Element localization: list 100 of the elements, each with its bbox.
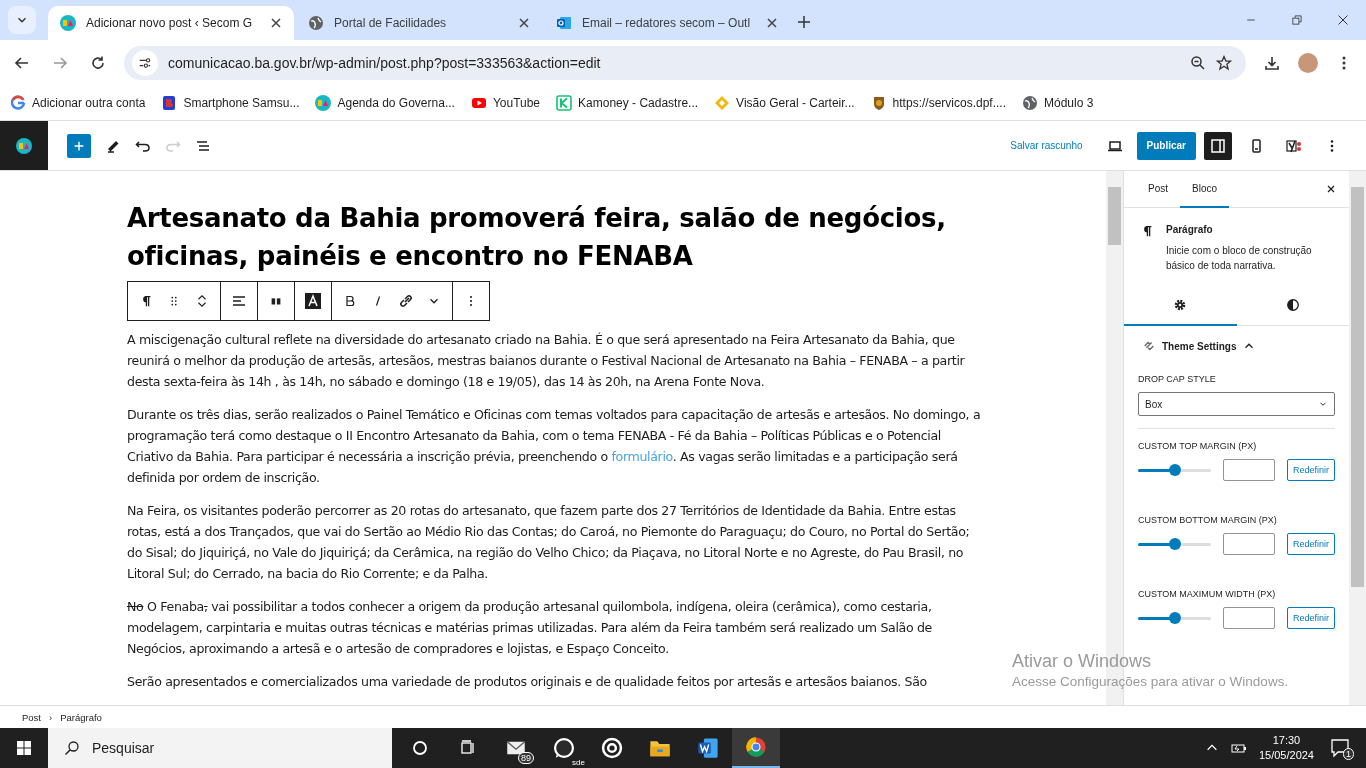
bookmark[interactable]: Adicionar outra conta xyxy=(10,95,146,111)
number-field[interactable] xyxy=(1222,533,1275,555)
clock[interactable]: 17:30 15/05/2024 xyxy=(1258,733,1314,763)
paragraph[interactable]: A miscigenação cultural reflete na diversidade do artesanato criado na Bahia. É o que será apresentado na Feira Artesanato da Bahia, que reunirá o melhor da produção de artesãs, artesãos, mestras baianos durante o Festival Nacional de Artesanato na Bahia – FENABA – a partir desta sexta-feira às 14h , às 14h, no sábado e domingo (18 e 19/05), das 14 às 20h, na Arena Fonte Nova. xyxy=(127,329,987,392)
taskbar-app[interactable]: 89 xyxy=(492,728,540,768)
circle-icon xyxy=(412,740,428,756)
restore-icon xyxy=(1291,14,1303,26)
ring-icon xyxy=(601,737,623,759)
slider-rail xyxy=(1181,617,1211,620)
globe-icon xyxy=(1022,95,1038,111)
field-label: CUSTOM MAXIMUM WIDTH (PX) xyxy=(1138,589,1277,599)
slider[interactable] xyxy=(1138,464,1211,476)
add-block-button[interactable] xyxy=(67,133,91,158)
notifications-button[interactable]: 1 xyxy=(1326,734,1354,762)
slider[interactable] xyxy=(1138,538,1211,550)
bookmark[interactable]: Kamoney - Cadastre... xyxy=(556,95,699,111)
taskbar-app[interactable] xyxy=(732,728,780,768)
count-badge: 1 xyxy=(1343,748,1354,760)
bold-icon xyxy=(344,295,356,307)
round-logo-icon xyxy=(60,15,76,31)
k-letter-icon xyxy=(556,95,573,111)
half-circle-icon xyxy=(1285,297,1300,312)
paragraph[interactable]: Serão apresentados e comercializados uma variedade de produtos originais e de qualidade feitos por artesãs e artesãos baianos. São xyxy=(127,671,987,692)
field-label: CUSTOM BOTTOM MARGIN (PX) xyxy=(1138,515,1278,525)
address-bar[interactable]: comunicacao.ba.gov.br/wp-admin/post.php?post=333563&action=edit xyxy=(124,46,1246,80)
avatar[interactable] xyxy=(1298,53,1318,73)
reset-button[interactable]: Redefinir xyxy=(1286,607,1335,629)
slider-thumb[interactable] xyxy=(1169,612,1182,624)
globe-icon xyxy=(308,15,324,31)
g-letter-icon xyxy=(10,95,26,111)
number-field[interactable] xyxy=(1222,459,1275,481)
slider[interactable] xyxy=(1138,612,1211,624)
document-icon xyxy=(697,737,719,759)
block-description: Inicie com o bloco de construção básico de toda narrativa. xyxy=(1166,244,1313,273)
mail-icon xyxy=(556,15,572,31)
field-label: CUSTOM TOP MARGIN (PX) xyxy=(1138,441,1258,451)
panel-header[interactable]: Theme Settings xyxy=(1138,326,1257,366)
app-label: sde xyxy=(571,758,586,767)
site-logo[interactable] xyxy=(0,121,48,170)
speech-bubble-icon xyxy=(1330,738,1350,758)
settings-icon xyxy=(1173,297,1188,312)
activation-message: Acesse Configurações para ativar o Windows. xyxy=(1012,674,1289,689)
close-icon xyxy=(1325,183,1337,195)
bookmark[interactable]: Visão Geral - Carteir... xyxy=(714,95,855,111)
close-icon xyxy=(1337,14,1349,26)
number-field[interactable] xyxy=(1222,607,1275,629)
tune-icon xyxy=(138,56,152,70)
taskbar-search[interactable]: Pesquisar xyxy=(48,728,392,768)
reset-button[interactable]: Redefinir xyxy=(1286,533,1335,555)
post-title[interactable]: Artesanato da Bahia promoverá feira, salão de negócios, oficinas, painéis e encontro no FENABA xyxy=(127,199,957,275)
task-view-icon xyxy=(460,740,476,756)
play-icon xyxy=(470,95,487,111)
drop-cap-select[interactable]: Box xyxy=(1138,392,1335,416)
slider-rail xyxy=(1181,469,1211,472)
a-letter-icon xyxy=(305,293,321,309)
round-logo-icon xyxy=(16,137,32,154)
settings-toggle[interactable] xyxy=(1204,131,1232,160)
field-label: DROP CAP STYLE xyxy=(1138,374,1217,384)
sidebar-tab[interactable]: Post xyxy=(1136,171,1180,208)
paragraph[interactable]: Durante os três dias, serão realizados o Painel Temático e Oficinas com temas voltados para capacitação de artesãs e artesãos. No domingo, a programação terá como destaque o II Encontro Artesanato da Bahia, com o tema FENABA - Fé da Bahia – Políticas Públicas e o Potencial Criativo da Bahia. Para participar é necessária a inscrição prévia, preenchendo o formulário. As vagas serão limitadas e a participação será definida por ordem de inscrição. xyxy=(127,404,987,488)
y-letter-icon xyxy=(1284,137,1304,154)
align-left-icon xyxy=(231,293,247,309)
paragraph[interactable]: Na Feira, os visitantes poderão percorrer as 20 rotas do artesanato, que fazem parte dos 27 Territórios de Identidade da Bahia. Entre estas rotas, está a dos Trançados, que vai do Sertão ao Médio Rio das Contas; do Caroá, no Piemonte do Paraguaçu; do Couro, no Portal do Sertão; do Sisal; do Jiquiriçá, no Vale do Jiquiriçá; da Cerâmica, na região do Velho Chico; da Piaçava, no Litoral Norte e no Agreste, do Pau Brasil, no Litoral Sul; do Cerrado, na bacia do Rio Corrente; e da Palha. xyxy=(127,500,987,584)
diamond-icon xyxy=(714,95,731,111)
paragraph[interactable]: No O Fenaba, vai possibilitar a todos conhecer a origem da produção artesanal quilombola, indígena, oleira (cerâmica), como cestaria, modelagem, carpintaria e muitas outras técnicas e matérias primas utilizadas. Para além da Feira também será realizado um Salão de Negócios, aproximando a artesã e o artesão de compradores e lojistas, e Espaço Conceito. xyxy=(127,596,987,659)
breadcrumb-item[interactable]: Parágrafo xyxy=(60,711,102,723)
bookmark[interactable]: https://servicos.dpf.... xyxy=(870,95,1006,111)
sidebar-icon xyxy=(1210,137,1226,154)
breadcrumb-separator: › xyxy=(49,711,53,723)
chat-bubble-icon xyxy=(553,737,575,759)
reload-icon xyxy=(90,55,106,71)
b-letter-icon xyxy=(161,95,178,111)
reset-button[interactable]: Redefinir xyxy=(1286,459,1335,481)
breadcrumb-item[interactable]: Post xyxy=(22,711,41,723)
bookmark[interactable]: Smartphone Samsu... xyxy=(161,95,300,111)
forward-arrow-icon xyxy=(52,55,68,71)
zoom-out-icon xyxy=(1190,55,1206,71)
bookmark[interactable]: YouTube xyxy=(470,95,541,111)
download-icon xyxy=(1264,55,1280,71)
slider-thumb[interactable] xyxy=(1169,538,1182,550)
star-icon xyxy=(1216,55,1232,71)
publish-button[interactable]: Publicar xyxy=(1136,131,1196,160)
link-icon xyxy=(398,293,414,309)
browser-tab[interactable]: Portal de Facilidades xyxy=(296,6,542,40)
sidebar-tab[interactable]: Bloco xyxy=(1180,171,1230,208)
bookmark[interactable]: Agenda do Governa... xyxy=(315,95,455,111)
block-name: Parágrafo xyxy=(1166,224,1214,235)
taskbar-app[interactable]: sde xyxy=(540,728,588,768)
count-badge: 89 xyxy=(518,752,534,764)
search-icon xyxy=(64,740,80,756)
browser-tab[interactable]: Adicionar novo post ‹ Secom G xyxy=(48,6,294,40)
browser-tab[interactable]: Email – redatores secom – Outl xyxy=(544,6,790,40)
slider-thumb[interactable] xyxy=(1169,464,1182,476)
link-icon xyxy=(1142,339,1156,353)
plus-icon xyxy=(796,14,812,30)
save-draft-button[interactable]: Salvar rascunho xyxy=(1002,140,1091,151)
round-logo-icon xyxy=(745,736,767,758)
round-logo-icon xyxy=(315,95,332,111)
scrollbar[interactable] xyxy=(1349,171,1366,705)
bookmark[interactable]: Módulo 3 xyxy=(1022,95,1094,111)
